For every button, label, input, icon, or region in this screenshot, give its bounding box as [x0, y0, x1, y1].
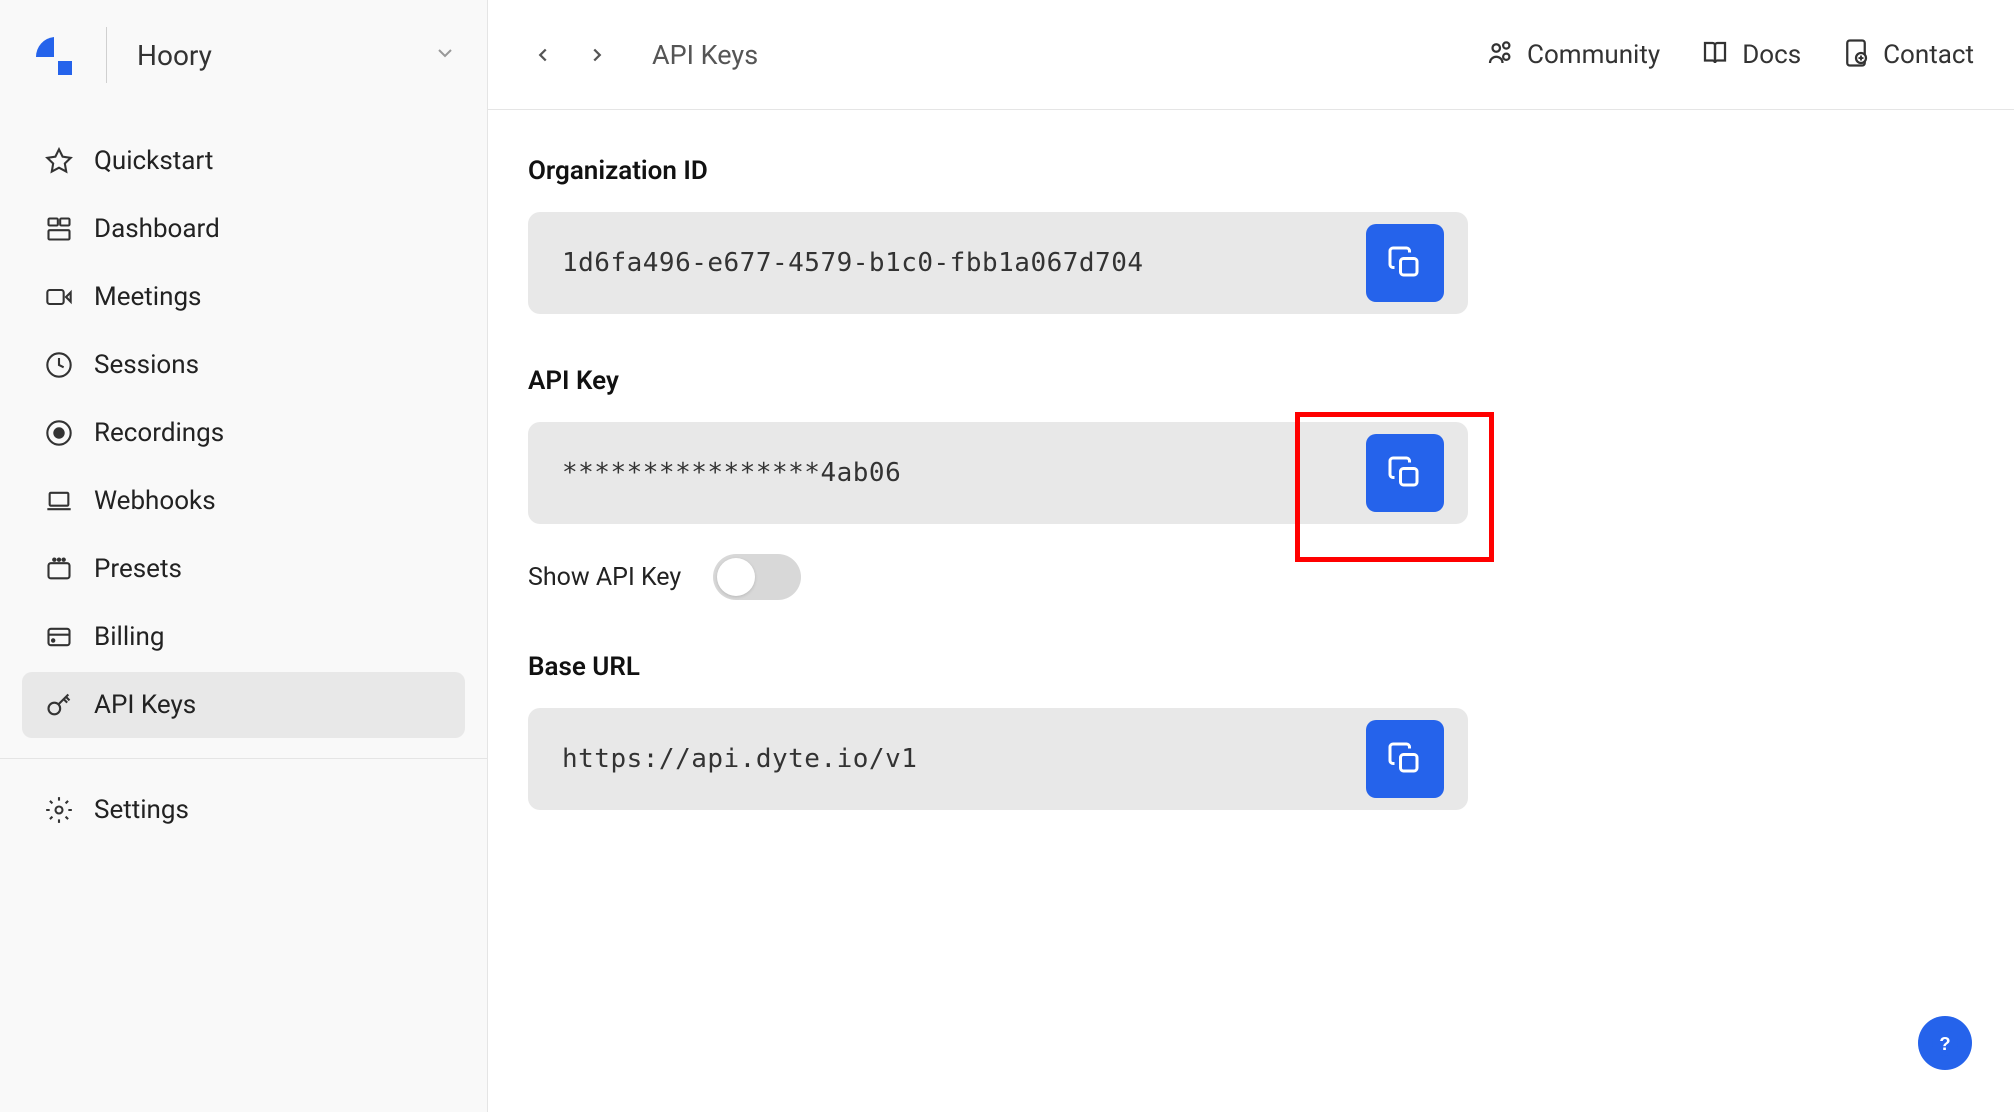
sidebar-item-dashboard[interactable]: Dashboard: [22, 196, 465, 262]
key-icon: [44, 690, 74, 720]
sidebar-item-api-keys[interactable]: API Keys: [22, 672, 465, 738]
sidebar-item-recordings[interactable]: Recordings: [22, 400, 465, 466]
sidebar-item-billing[interactable]: Billing: [22, 604, 465, 670]
base-url-value: https://api.dyte.io/v1: [562, 744, 917, 774]
topbar-link-label: Community: [1527, 40, 1660, 70]
sidebar-header: Hoory: [0, 0, 487, 110]
community-link[interactable]: Community: [1485, 38, 1660, 72]
topbar: API Keys Community Docs: [488, 0, 2014, 110]
org-id-label: Organization ID: [528, 156, 1974, 186]
sidebar-item-label: Recordings: [94, 418, 224, 448]
sidebar: Hoory Quickstart Dashboard: [0, 0, 488, 1112]
book-icon: [1700, 38, 1730, 72]
org-id-box: 1d6fa496-e677-4579-b1c0-fbb1a067d704: [528, 212, 1468, 314]
back-button[interactable]: [528, 40, 558, 70]
api-key-value: ****************4ab06: [562, 458, 901, 488]
copy-base-url-button[interactable]: [1366, 720, 1444, 798]
topbar-links: Community Docs Contact: [1485, 38, 1974, 72]
base-url-section: Base URL https://api.dyte.io/v1: [528, 652, 1974, 810]
api-key-section: API Key ****************4ab06 Show API K…: [528, 366, 1974, 600]
org-selector[interactable]: Hoory: [137, 39, 433, 72]
laptop-icon: [44, 486, 74, 516]
contact-link[interactable]: Contact: [1841, 38, 1974, 72]
api-key-label: API Key: [528, 366, 1974, 396]
show-api-key-row: Show API Key: [528, 554, 1974, 600]
presets-icon: [44, 554, 74, 584]
sidebar-item-label: Settings: [94, 795, 189, 825]
sidebar-nav: Quickstart Dashboard Meetings Sessions: [0, 110, 487, 759]
logo-divider: [106, 27, 107, 83]
community-icon: [1485, 38, 1515, 72]
org-name-label: Hoory: [137, 39, 212, 72]
org-id-section: Organization ID 1d6fa496-e677-4579-b1c0-…: [528, 156, 1974, 314]
sidebar-item-label: Meetings: [94, 282, 201, 312]
sidebar-item-label: Quickstart: [94, 146, 213, 176]
video-icon: [44, 282, 74, 312]
chevron-down-icon[interactable]: [433, 41, 457, 70]
sidebar-item-presets[interactable]: Presets: [22, 536, 465, 602]
sidebar-item-webhooks[interactable]: Webhooks: [22, 468, 465, 534]
clock-icon: [44, 350, 74, 380]
toggle-knob: [717, 558, 755, 596]
sidebar-item-quickstart[interactable]: Quickstart: [22, 128, 465, 194]
base-url-label: Base URL: [528, 652, 1974, 682]
nav-arrows: [528, 40, 612, 70]
org-id-value: 1d6fa496-e677-4579-b1c0-fbb1a067d704: [562, 248, 1144, 278]
topbar-link-label: Docs: [1742, 40, 1801, 70]
sidebar-item-label: Dashboard: [94, 214, 220, 244]
sidebar-item-meetings[interactable]: Meetings: [22, 264, 465, 330]
page-title: API Keys: [652, 39, 1485, 71]
star-icon: [44, 146, 74, 176]
sidebar-item-sessions[interactable]: Sessions: [22, 332, 465, 398]
show-api-key-label: Show API Key: [528, 563, 681, 592]
api-key-box: ****************4ab06: [528, 422, 1468, 524]
topbar-link-label: Contact: [1883, 40, 1974, 70]
billing-icon: [44, 622, 74, 652]
sidebar-bottom: Settings: [0, 759, 487, 863]
sidebar-item-label: Billing: [94, 622, 164, 652]
sidebar-item-label: Presets: [94, 554, 182, 584]
logo: [30, 31, 78, 79]
main-content: API Keys Community Docs: [488, 0, 2014, 1112]
svg-text:?: ?: [1939, 1033, 1950, 1054]
base-url-box: https://api.dyte.io/v1: [528, 708, 1468, 810]
sidebar-item-settings[interactable]: Settings: [22, 777, 465, 843]
copy-api-key-button[interactable]: [1366, 434, 1444, 512]
content-area: Organization ID 1d6fa496-e677-4579-b1c0-…: [488, 110, 2014, 1112]
gear-icon: [44, 795, 74, 825]
show-api-key-toggle[interactable]: [713, 554, 801, 600]
sidebar-item-label: API Keys: [94, 690, 196, 720]
contact-icon: [1841, 38, 1871, 72]
help-button[interactable]: ?: [1918, 1016, 1972, 1070]
dashboard-icon: [44, 214, 74, 244]
record-icon: [44, 418, 74, 448]
copy-org-id-button[interactable]: [1366, 224, 1444, 302]
sidebar-item-label: Sessions: [94, 350, 199, 380]
docs-link[interactable]: Docs: [1700, 38, 1801, 72]
forward-button[interactable]: [582, 40, 612, 70]
sidebar-item-label: Webhooks: [94, 486, 216, 516]
